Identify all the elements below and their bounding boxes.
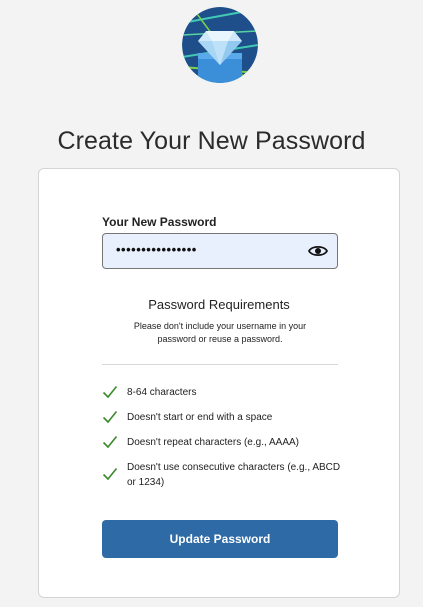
password-card: Your New Password •••••••••••••••• Passw… (38, 168, 400, 598)
requirement-item: 8-64 characters (102, 385, 342, 400)
check-icon (102, 410, 118, 424)
requirement-item: Doesn't use consecutive characters (e.g.… (102, 460, 342, 490)
eye-icon[interactable] (307, 243, 329, 259)
requirement-text: Doesn't repeat characters (e.g., AAAA) (127, 437, 299, 448)
requirements-list: 8-64 characters Doesn't start or end wit… (102, 385, 342, 490)
check-icon (102, 435, 118, 449)
password-value: •••••••••••••••• (116, 242, 197, 257)
requirement-text: Doesn't use consecutive characters (e.g.… (127, 462, 341, 488)
new-password-input[interactable]: •••••••••••••••• (102, 233, 338, 269)
requirement-item: Doesn't repeat characters (e.g., AAAA) (102, 435, 342, 450)
update-password-button[interactable]: Update Password (102, 520, 338, 558)
requirement-text: Doesn't start or end with a space (127, 412, 273, 423)
page-title: Create Your New Password (57, 126, 366, 155)
password-label: Your New Password (102, 215, 217, 229)
requirement-text: 8-64 characters (127, 387, 197, 398)
diamond-logo-icon (182, 7, 258, 83)
check-icon (102, 467, 118, 481)
requirements-description: Please don't include your username in yo… (133, 321, 307, 344)
requirements-title: Password Requirements (148, 297, 290, 312)
divider (102, 364, 338, 365)
check-icon (102, 385, 118, 399)
requirement-item: Doesn't start or end with a space (102, 410, 342, 425)
